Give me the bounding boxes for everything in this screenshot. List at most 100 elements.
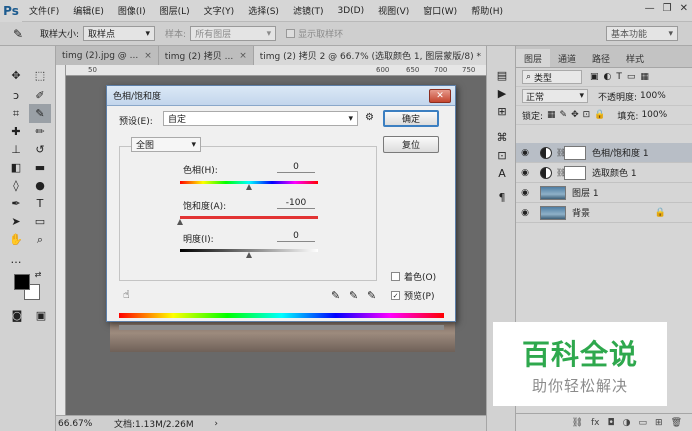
menu-3d[interactable]: 3D(D) [330, 6, 371, 16]
dialog-title-bar[interactable]: 色相/饱和度 ✕ [107, 86, 455, 106]
screen-mode-icon[interactable]: ▣ [30, 306, 52, 325]
eyedropper-plus-icon[interactable]: ✎ [349, 289, 358, 302]
trash-icon[interactable]: 🗑 [671, 418, 682, 428]
type-tool-icon[interactable]: T [29, 194, 51, 213]
move-tool-icon[interactable]: ✥ [5, 66, 27, 85]
menu-type[interactable]: 文字(Y) [197, 4, 242, 17]
saturation-slider-thumb[interactable] [177, 219, 183, 225]
lock-icons[interactable]: ▦✎✥⊡🔒 [547, 110, 609, 120]
new-layer-icon[interactable]: ⊞ [655, 418, 663, 428]
more-tools-icon[interactable]: … [5, 250, 27, 269]
paragraph-panel-icon[interactable]: ¶ [492, 188, 512, 206]
close-window-button[interactable]: ✕ [680, 3, 688, 14]
chevron-right-icon[interactable]: › [214, 419, 218, 429]
layer-hue-saturation[interactable]: ◉ ⛓ 色相/饱和度 1 [516, 143, 692, 163]
swap-colors-icon[interactable]: ⇄ [32, 268, 44, 280]
lightness-slider-thumb[interactable] [246, 252, 252, 258]
sample-select[interactable]: 所有图层 ▾ [190, 26, 277, 41]
tab-doc-1[interactable]: timg (2).jpg @ ... × [56, 46, 159, 65]
history-panel-icon[interactable]: ▤ [492, 66, 512, 84]
history-brush-tool-icon[interactable]: ↺ [29, 140, 51, 159]
zoom-tool-icon[interactable]: ⌕ [29, 230, 51, 249]
filter-type-icons[interactable]: ▣◐T▭▦ [590, 72, 654, 82]
link-layers-icon[interactable]: ⛓ [572, 418, 583, 428]
brush-tool-icon[interactable]: ✏ [29, 122, 51, 141]
eye-icon[interactable]: ◉ [516, 188, 534, 198]
eye-icon[interactable]: ◉ [516, 148, 534, 158]
path-select-tool-icon[interactable]: ➤ [5, 212, 27, 231]
workspace-select[interactable]: 基本功能 ▾ [606, 26, 678, 41]
tab-doc-2[interactable]: timg (2) 拷贝 ... × [159, 46, 254, 65]
layer-1[interactable]: ◉ 图层 1 [516, 183, 692, 203]
gear-icon[interactable]: ⚙ [365, 112, 374, 123]
tab-paths[interactable]: 路径 [584, 49, 618, 67]
close-icon[interactable]: × [144, 51, 152, 61]
character-panel-icon[interactable]: A [492, 164, 512, 182]
eye-icon[interactable]: ◉ [516, 168, 534, 178]
layer-selective-color[interactable]: ◉ ⛓ 选取颜色 1 [516, 163, 692, 183]
hue-slider-thumb[interactable] [246, 184, 252, 190]
targeted-adjustment-hand-icon[interactable]: ☝ [123, 288, 130, 301]
stamp-tool-icon[interactable]: ⊥ [5, 140, 27, 159]
tab-styles[interactable]: 样式 [618, 49, 652, 67]
gradient-tool-icon[interactable]: ▬ [29, 158, 51, 177]
marquee-tool-icon[interactable]: ⬚ [29, 66, 51, 85]
eraser-tool-icon[interactable]: ◧ [5, 158, 27, 177]
hue-value[interactable]: 0 [277, 162, 315, 173]
filter-kind-select[interactable]: ⌕ 类型 [522, 70, 582, 84]
menu-image[interactable]: 图像(I) [111, 4, 153, 17]
menu-help[interactable]: 帮助(H) [464, 4, 510, 17]
brush-panel-icon[interactable]: ⌘ [492, 128, 512, 146]
eyedropper-tool-icon[interactable]: ✎ [29, 104, 51, 123]
preview-checkbox[interactable]: ✓ [391, 291, 400, 300]
menu-view[interactable]: 视图(V) [371, 4, 416, 17]
eyedropper-minus-icon[interactable]: ✎ [367, 289, 376, 302]
colorize-row[interactable]: 着色(O) [391, 270, 436, 283]
clone-source-icon[interactable]: ⊡ [492, 146, 512, 164]
healing-tool-icon[interactable]: ✚ [5, 122, 27, 141]
shape-tool-icon[interactable]: ▭ [29, 212, 51, 231]
new-adjustment-icon[interactable]: ◑ [623, 418, 631, 428]
menu-window[interactable]: 窗口(W) [416, 4, 464, 17]
colorize-checkbox[interactable] [391, 272, 400, 281]
preview-row[interactable]: ✓ 预览(P) [391, 289, 434, 302]
hand-tool-icon[interactable]: ✋ [5, 230, 27, 249]
foreground-color-swatch[interactable] [14, 274, 30, 290]
menu-layer[interactable]: 图层(L) [153, 4, 197, 17]
add-mask-icon[interactable]: ◘ [608, 418, 615, 428]
tab-channels[interactable]: 通道 [550, 49, 584, 67]
fx-icon[interactable]: fx [591, 418, 600, 428]
lasso-tool-icon[interactable]: ↄ [5, 86, 27, 105]
ok-button[interactable]: 确定 [383, 110, 439, 127]
fill-value[interactable]: 100% [641, 110, 667, 120]
restore-button[interactable]: ❐ [663, 3, 672, 14]
reset-button[interactable]: 复位 [383, 136, 439, 153]
layer-mask-thumbnail[interactable] [564, 165, 586, 180]
layer-mask-thumbnail[interactable] [564, 145, 586, 160]
new-group-icon[interactable]: ▭ [639, 418, 648, 428]
show-ring-checkbox[interactable] [286, 29, 296, 38]
eye-icon[interactable]: ◉ [516, 208, 534, 218]
saturation-value[interactable]: -100 [277, 198, 315, 209]
pen-tool-icon[interactable]: ✒ [5, 194, 27, 213]
close-icon[interactable]: × [239, 51, 247, 61]
menu-file[interactable]: 文件(F) [22, 4, 66, 17]
menu-select[interactable]: 选择(S) [241, 4, 286, 17]
blend-mode-select[interactable]: 正常 ▾ [522, 89, 588, 103]
lightness-value[interactable]: 0 [277, 231, 315, 242]
opacity-value[interactable]: 100% [640, 91, 666, 101]
preset-select[interactable]: 自定 ▾ [163, 111, 358, 126]
crop-tool-icon[interactable]: ⌗ [5, 104, 27, 123]
channel-select[interactable]: 全图 ▾ [131, 137, 201, 152]
dialog-close-button[interactable]: ✕ [429, 89, 451, 103]
quick-select-tool-icon[interactable]: ✐ [29, 86, 51, 105]
menu-edit[interactable]: 编辑(E) [66, 4, 111, 17]
blur-tool-icon[interactable]: ◊ [5, 176, 27, 195]
saturation-slider-track[interactable] [180, 216, 318, 219]
eyedropper-tool-icon[interactable]: ✎ [0, 27, 36, 41]
play-actions-icon[interactable]: ▶ [492, 84, 512, 102]
tab-doc-3[interactable]: timg (2) 拷贝 2 @ 66.7% (选取颜色 1, 图层蒙版/8) *… [253, 46, 502, 65]
eyedropper-icon[interactable]: ✎ [331, 289, 340, 302]
menu-filter[interactable]: 滤镜(T) [286, 4, 331, 17]
quick-mask-icon[interactable]: ◙ [6, 306, 28, 325]
